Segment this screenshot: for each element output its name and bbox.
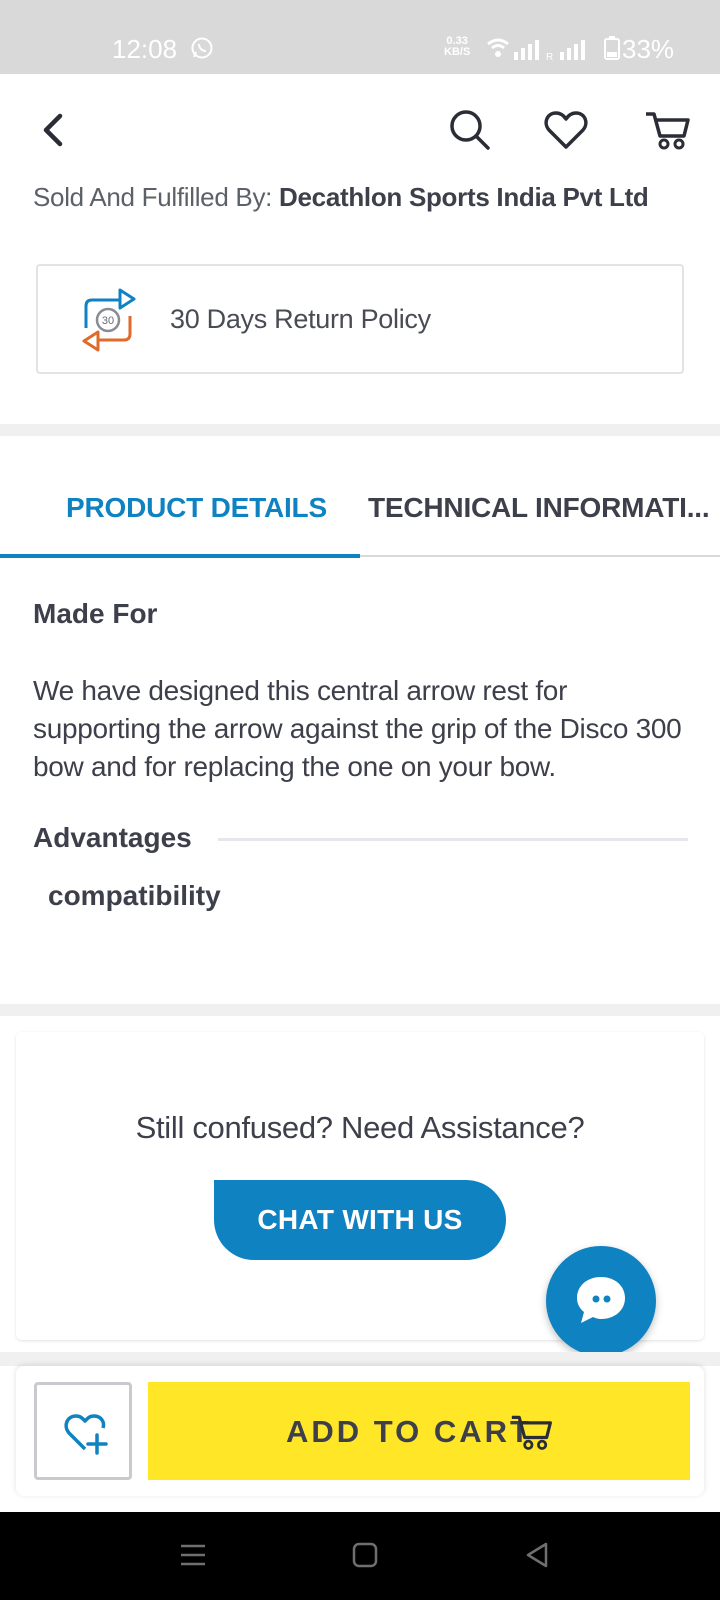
network-speed: 0.33 KB/S (444, 35, 471, 58)
menu-icon[interactable] (176, 1538, 210, 1572)
floating-chat-button[interactable] (546, 1246, 656, 1356)
tab-technical-information[interactable]: TECHNICAL INFORMATI... (368, 492, 710, 524)
section-divider (0, 1004, 720, 1016)
product-tabs: PRODUCT DETAILS TECHNICAL INFORMATI... (0, 436, 720, 560)
battery-percent: 33% (622, 34, 675, 64)
made-for-description: We have designed this central arrow rest… (33, 675, 682, 782)
advantages-divider (218, 838, 688, 841)
back-icon[interactable] (520, 1538, 554, 1572)
heart-plus-icon (64, 1414, 108, 1455)
system-nav-bar (0, 1512, 720, 1600)
status-bar: 12:08 0.33 KB/S R 33% (0, 0, 720, 74)
app-header (0, 74, 720, 178)
advantages-title: Advantages (33, 822, 192, 853)
section-divider (0, 1352, 720, 1366)
status-time: 12:08 (112, 34, 178, 64)
made-for-title: Made For (33, 598, 158, 629)
cart-icon (511, 1415, 552, 1450)
cart-icon[interactable] (644, 106, 692, 154)
tab-track (360, 555, 720, 557)
return-policy-text: 30 Days Return Policy (170, 304, 431, 334)
whatsapp-icon (191, 37, 213, 59)
battery-icon (604, 36, 620, 60)
svg-text:R: R (546, 52, 553, 62)
seller-label: Sold And Fulfilled By: (33, 182, 273, 212)
assistance-question: Still confused? Need Assistance? (135, 1110, 585, 1145)
return-policy-card[interactable]: 30 30 Days Return Policy (36, 264, 684, 374)
bottom-action-bar: ADD TO CART (16, 1366, 704, 1496)
return-days-badge: 30 (102, 315, 114, 327)
home-icon[interactable] (348, 1538, 382, 1572)
active-tab-indicator (0, 554, 360, 558)
seller-name: Decathlon Sports India Pvt Ltd (279, 182, 649, 212)
return-policy-icon: 30 (82, 288, 136, 352)
chat-with-us-button[interactable]: CHAT WITH US (214, 1180, 506, 1260)
add-to-cart-label: ADD TO CART (286, 1414, 532, 1449)
search-icon[interactable] (446, 106, 494, 154)
section-divider (0, 424, 720, 436)
chat-bubble-icon (577, 1277, 625, 1323)
tab-product-details[interactable]: PRODUCT DETAILS (66, 492, 327, 524)
add-to-wishlist-button[interactable] (34, 1382, 132, 1480)
add-to-cart-button[interactable]: ADD TO CART (148, 1382, 690, 1480)
seller-info: Sold And Fulfilled By: Decathlon Sports … (33, 182, 649, 213)
advantage-item: compatibility (48, 880, 221, 911)
chevron-left-icon[interactable] (30, 106, 78, 154)
heart-icon[interactable] (542, 106, 590, 154)
signal-icons: R (487, 38, 585, 62)
